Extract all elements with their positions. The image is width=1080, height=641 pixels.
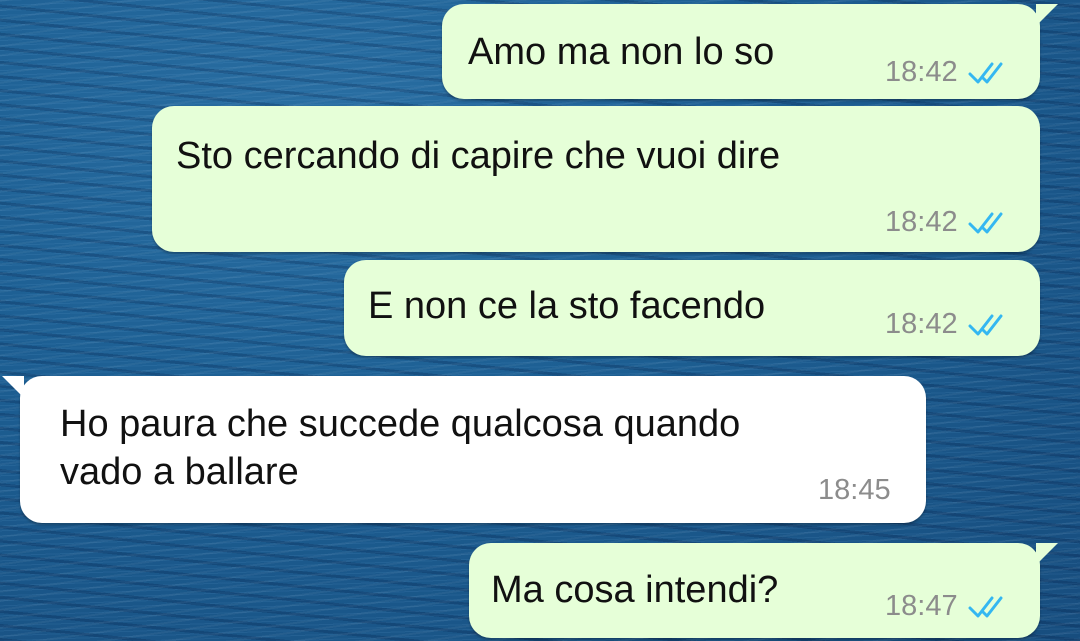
message-meta: 18:42 [885, 308, 1010, 341]
message-time: 18:42 [885, 56, 958, 88]
message-meta: 18:47 [885, 590, 1010, 623]
message-time: 18:42 [885, 308, 958, 340]
outgoing-message-bubble[interactable]: Sto cercando di capire che vuoi dire 18:… [152, 106, 1040, 252]
double-check-icon [968, 62, 1003, 83]
message-text: Amo ma non lo so [468, 31, 775, 73]
double-check-icon [968, 212, 1003, 233]
message-time: 18:42 [885, 206, 958, 238]
chat-message-list: Amo ma non lo so 18:42 Sto cercando di c… [0, 0, 1080, 641]
message-meta: 18:45 [818, 474, 891, 507]
double-check-icon [968, 314, 1003, 335]
message-time: 18:45 [818, 474, 891, 506]
outgoing-message-bubble[interactable]: E non ce la sto facendo 18:42 [344, 260, 1040, 356]
bubble-tail [1036, 543, 1058, 565]
message-text: E non ce la sto facendo [368, 285, 766, 327]
incoming-message-bubble[interactable]: Ho paura che succede qualcosa quando vad… [2, 376, 926, 523]
message-meta: 18:42 [885, 206, 1010, 239]
message-text: Ma cosa intendi? [491, 569, 779, 611]
bubble-tail [2, 376, 24, 398]
outgoing-message-bubble[interactable]: Ma cosa intendi? 18:47 [469, 543, 1058, 638]
message-text: Sto cercando di capire che vuoi dire [176, 135, 781, 177]
bubble-tail [1036, 4, 1058, 26]
message-meta: 18:42 [885, 56, 1010, 89]
message-text: Ho paura che succede qualcosa quando vad… [60, 403, 741, 493]
double-check-icon [968, 596, 1003, 617]
message-time: 18:47 [885, 590, 958, 622]
outgoing-message-bubble[interactable]: Amo ma non lo so 18:42 [442, 4, 1058, 99]
